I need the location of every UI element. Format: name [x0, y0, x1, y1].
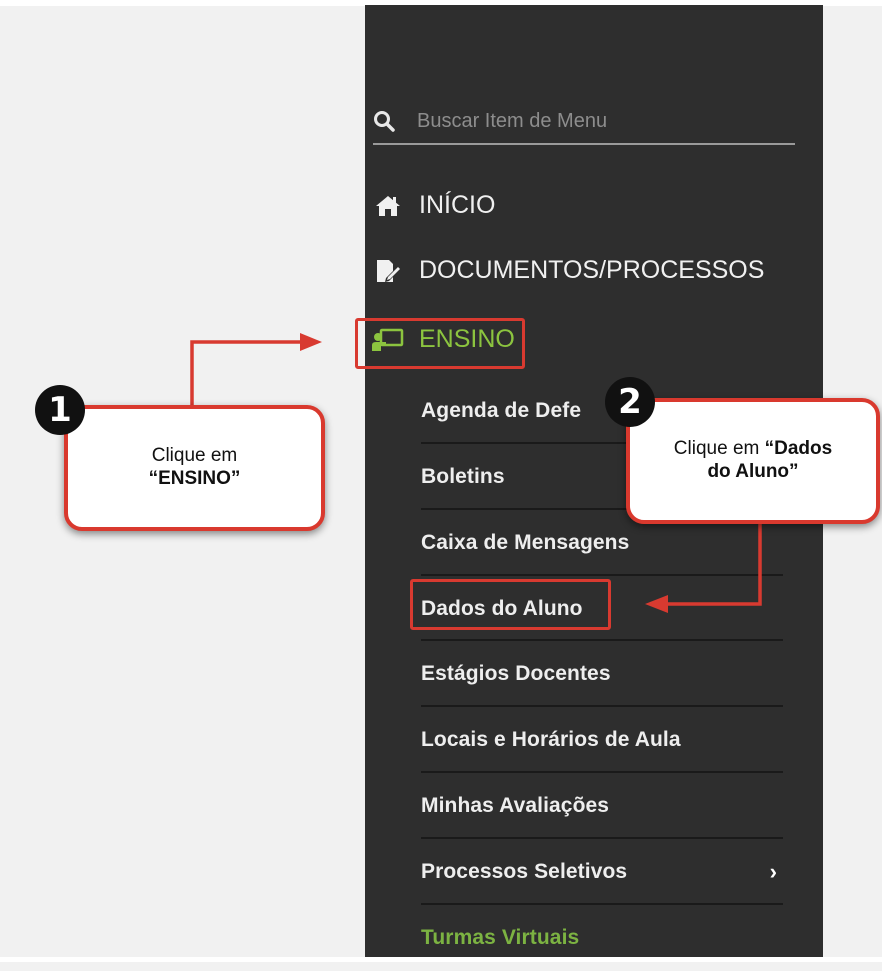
callout-text: Clique em: [673, 438, 765, 460]
callout-bold: do Aluno”: [707, 461, 799, 482]
callout-line-bold: “ENSINO”: [148, 468, 241, 489]
callout-line: Clique em: [151, 445, 238, 467]
step-1-badge: 1: [35, 385, 85, 435]
callout-dados-aluno: Clique em “Dados do Aluno”: [626, 398, 880, 524]
callout-bold: “Dados: [764, 438, 833, 460]
step-2-badge: 2: [605, 377, 655, 427]
callout-ensino: Clique em “ENSINO”: [64, 405, 325, 531]
